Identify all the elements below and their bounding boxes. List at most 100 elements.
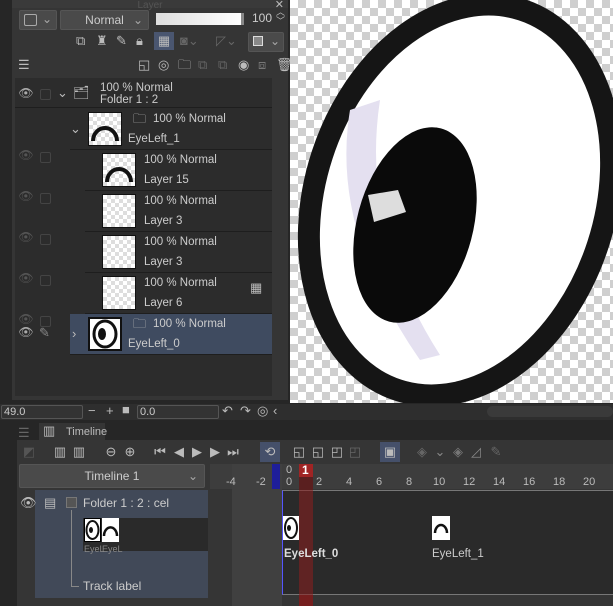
add-timeline-icon[interactable]: ▥ xyxy=(70,442,88,462)
rotate-right-icon[interactable]: ↷ xyxy=(240,402,251,420)
play-icon[interactable]: ▶ xyxy=(188,442,206,462)
blend-mode-select[interactable]: Normal ⌄ xyxy=(60,10,149,30)
mini-cel-thumbnail[interactable] xyxy=(102,518,119,542)
last-frame-icon[interactable]: ⏭ xyxy=(224,442,242,462)
first-frame-icon[interactable]: ⏮ xyxy=(151,442,169,462)
chevron-down-icon[interactable]: ⌄ xyxy=(57,84,68,102)
timeline-toolbar: ◩ ▥ ▥ ⊖ ⊕ ⏮ ◀ ▶ ▶ ⏭ ⟲ ◱ ◱ ◰ ◰ ▣ ◈ ⌄ ◈ ◿ … xyxy=(18,442,613,464)
delete-keyframe-icon[interactable]: ◈ xyxy=(449,442,467,462)
visibility-eye-icon[interactable]: 👁︎ xyxy=(18,230,34,244)
tab-timeline[interactable]: ▥ Timeline xyxy=(39,423,108,440)
tick-label: -4 xyxy=(226,476,236,488)
visibility-eye-icon[interactable]: 👁︎ xyxy=(18,148,34,162)
layer-name: EyeLeft_1 xyxy=(128,133,180,145)
edit-target-checkbox[interactable] xyxy=(40,275,51,286)
draft-layer-icon[interactable]: ✎ xyxy=(116,32,127,50)
layer-panel: Layer ✕ ⌄ Normal ⌄ 100 ︿ ﹀ ⧉ ♜ ✎ 🔒︎ ▦ ◙⌄ ◸… xyxy=(12,0,293,400)
layer-row[interactable]: 100 % Normal Layer 3 xyxy=(85,232,272,273)
layer-row-selected[interactable]: › 🗀 100 % Normal EyeLeft_0 xyxy=(70,314,272,355)
visibility-eye-icon[interactable]: 👁︎ xyxy=(18,312,34,326)
ruler-icon[interactable]: ◸⌄ xyxy=(216,32,237,50)
cel-link-icon[interactable]: ◰ xyxy=(346,442,364,462)
zoom-field[interactable]: 49.0 xyxy=(1,405,83,419)
layer-row[interactable]: 100 % Normal Layer 6 ▦ xyxy=(85,273,272,314)
visibility-eye-icon[interactable]: 👁︎ xyxy=(18,86,34,100)
layer-name: Layer 3 xyxy=(144,256,183,268)
layer-list-menu-icon[interactable]: ☰ xyxy=(18,56,30,74)
layer-mask-icon[interactable]: ◉ xyxy=(238,56,249,74)
canvas[interactable] xyxy=(290,0,613,407)
layer-toolbar-1: ⧉ ♜ ✎ 🔒︎ ▦ ◙⌄ ◸⌄ ⌄ xyxy=(76,32,286,52)
graph-icon[interactable]: ◩ xyxy=(20,442,38,462)
transfer-down-icon[interactable]: ⧉ xyxy=(198,56,207,74)
prev-frame-icon[interactable]: ◀ xyxy=(170,442,188,462)
reset-rotation-icon[interactable]: ◎ xyxy=(257,402,268,420)
layer-color-dropdown[interactable]: ⌄ xyxy=(19,10,57,30)
new-raster-layer-icon[interactable]: ◱ xyxy=(138,56,150,74)
zoom-in-icon[interactable]: + xyxy=(106,402,114,420)
start-marker[interactable] xyxy=(272,464,280,489)
layer-row[interactable]: 👁︎ ⌄ 🗂︎ 100 % Normal Folder 1 : 2 xyxy=(15,80,272,108)
pencil-icon[interactable]: ✎ xyxy=(487,442,505,462)
tab-label: Timeline xyxy=(66,426,108,438)
apply-mask-icon[interactable]: ⧈ xyxy=(258,56,266,74)
cel-thumbnail[interactable] xyxy=(283,516,299,540)
cel-thumbnail[interactable] xyxy=(432,516,450,540)
rotation-field[interactable]: 0.0 xyxy=(137,405,219,419)
merge-down-icon[interactable]: ⧉ xyxy=(218,56,227,74)
lock-transparency-icon[interactable]: ▦ xyxy=(154,32,174,50)
new-animation-folder-icon[interactable]: ◱ xyxy=(290,442,308,462)
collapse-icon[interactable]: ‹ xyxy=(273,402,277,420)
fit-icon[interactable]: ■ xyxy=(122,401,130,419)
zoom-out-icon[interactable]: ⊖ xyxy=(102,442,120,462)
mask-icon[interactable]: ◙⌄ xyxy=(180,32,199,50)
clip-layer-icon[interactable]: ⧉ xyxy=(76,32,85,50)
mini-cel-thumbnail[interactable] xyxy=(84,518,101,542)
track-frames[interactable] xyxy=(282,490,613,595)
tick-label: 4 xyxy=(346,476,353,488)
edit-target-checkbox[interactable] xyxy=(40,193,51,204)
horizontal-scrollbar[interactable] xyxy=(487,406,613,417)
edit-target-checkbox[interactable] xyxy=(40,152,51,163)
visibility-eye-icon[interactable]: 👁︎ xyxy=(18,271,34,285)
new-timeline-icon[interactable]: ▥ xyxy=(51,442,69,462)
opacity-value[interactable]: 100 xyxy=(252,11,272,25)
layer-name: EyeLeft_0 xyxy=(128,338,180,350)
collapse-toggle[interactable] xyxy=(66,497,77,508)
zoom-out-icon[interactable]: − xyxy=(88,402,96,420)
paper-icon[interactable]: ◿ xyxy=(467,442,485,462)
specify-cel-icon[interactable]: ◰ xyxy=(328,442,346,462)
opacity-stepper-icon[interactable]: ︿ ﹀ xyxy=(276,8,285,26)
layer-row[interactable]: 100 % Normal Layer 3 xyxy=(85,191,272,232)
new-folder-icon[interactable]: 🗀 xyxy=(178,56,191,74)
visibility-eye-icon[interactable]: 👁︎ xyxy=(18,325,34,339)
keyframe-icon[interactable]: ◈ xyxy=(413,442,431,462)
rotate-left-icon[interactable]: ↶ xyxy=(222,402,233,420)
timeline-select[interactable]: Timeline 1 ⌄ xyxy=(19,464,205,488)
layer-color-button[interactable]: ⌄ xyxy=(248,32,284,52)
visibility-eye-icon[interactable]: 👁︎ xyxy=(20,494,37,512)
onion-skin-icon[interactable]: ▣ xyxy=(380,442,400,462)
layer-name: Folder 1 : 2 xyxy=(100,94,159,106)
layer-thumbnail xyxy=(102,153,136,187)
layer-row[interactable]: ⌄ 🗀 100 % Normal EyeLeft_1 xyxy=(70,109,272,150)
opacity-slider[interactable] xyxy=(156,13,244,25)
visibility-eye-icon[interactable]: 👁︎ xyxy=(18,189,34,203)
layer-row[interactable]: 100 % Normal Layer 15 xyxy=(85,150,272,191)
chevron-down-icon[interactable]: ⌄ xyxy=(431,442,449,462)
new-cel-icon[interactable]: ◱ xyxy=(309,442,327,462)
reference-layer-icon[interactable]: ♜ xyxy=(96,32,108,50)
chevron-right-icon[interactable]: › xyxy=(72,325,76,343)
lock-icon[interactable]: 🔒︎ xyxy=(136,32,143,50)
layer-name: Layer 15 xyxy=(144,174,189,186)
chevron-down-icon[interactable]: ⌄ xyxy=(70,120,81,138)
edit-target-checkbox[interactable] xyxy=(40,234,51,245)
new-vector-layer-icon[interactable]: ◎ xyxy=(158,56,169,74)
zoom-in-icon[interactable]: ⊕ xyxy=(121,442,139,462)
loop-icon[interactable]: ⟲ xyxy=(260,442,280,462)
next-frame-icon[interactable]: ▶ xyxy=(206,442,224,462)
layer-mode: 100 % Normal xyxy=(153,113,226,125)
layer-name: Layer 3 xyxy=(144,215,183,227)
track-name: Folder 1 : 2 : cel xyxy=(83,496,170,510)
edit-target-checkbox[interactable] xyxy=(40,89,51,100)
